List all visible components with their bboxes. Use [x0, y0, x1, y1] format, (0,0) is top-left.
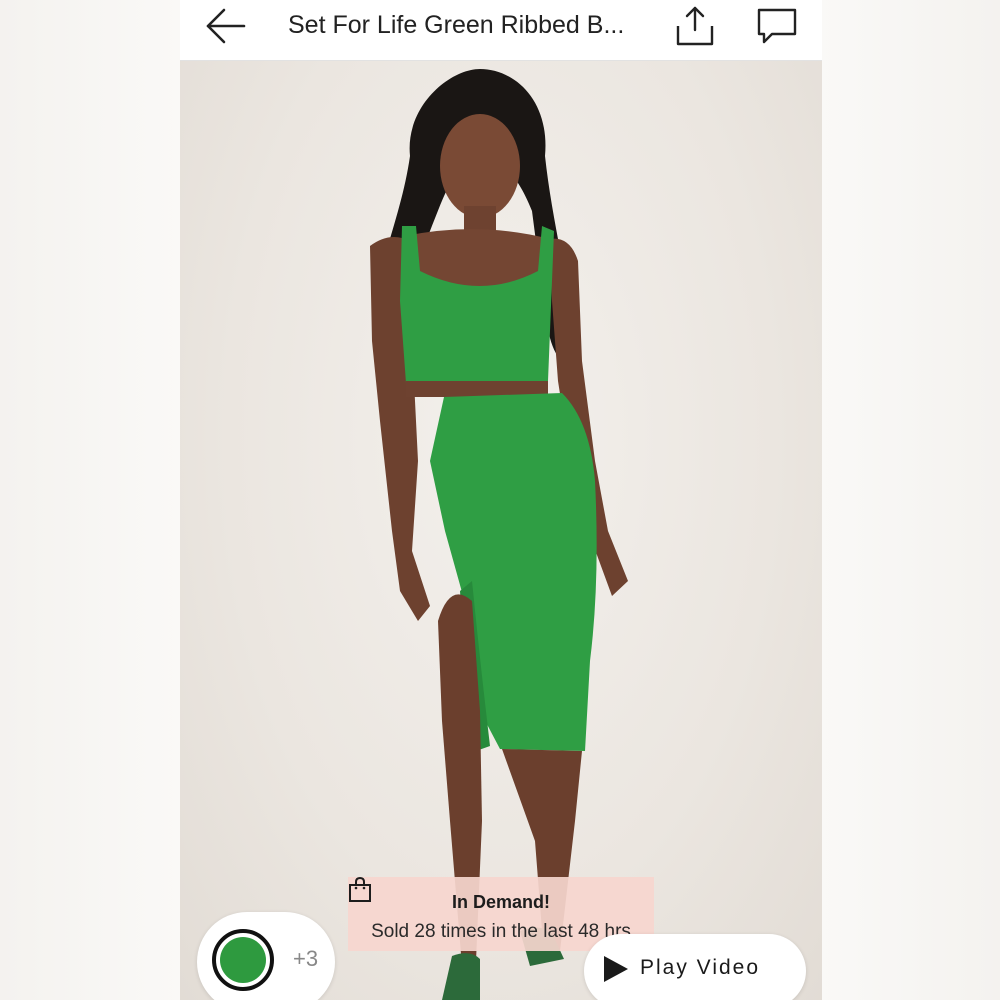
share-button[interactable]	[674, 4, 716, 46]
chat-bubble-icon	[757, 8, 797, 44]
play-icon	[604, 956, 628, 982]
back-button[interactable]	[202, 6, 250, 46]
in-demand-title: In Demand!	[451, 892, 550, 912]
shopping-bag-icon	[349, 877, 371, 902]
play-video-button[interactable]: Play Video	[584, 934, 806, 1000]
color-swatch-green[interactable]	[212, 929, 274, 991]
product-image[interactable]: In Demand! Sold 28 times in the last 48 …	[180, 61, 822, 1000]
top-bar: Set For Life Green Ribbed B...	[180, 0, 822, 61]
color-selector: +3	[197, 912, 335, 1000]
in-demand-row: In Demand!	[348, 877, 654, 915]
more-colors-count[interactable]: +3	[293, 946, 318, 972]
chat-button[interactable]	[756, 6, 798, 46]
play-video-label: Play Video	[640, 956, 761, 979]
model-illustration	[370, 69, 628, 1000]
page-title: Set For Life Green Ribbed B...	[288, 11, 625, 39]
share-upload-icon	[676, 6, 714, 46]
product-screen: Set For Life Green Ribbed B... In Demand…	[180, 0, 822, 1000]
swatch-color-fill	[220, 937, 266, 983]
arrow-left-icon	[206, 8, 246, 44]
